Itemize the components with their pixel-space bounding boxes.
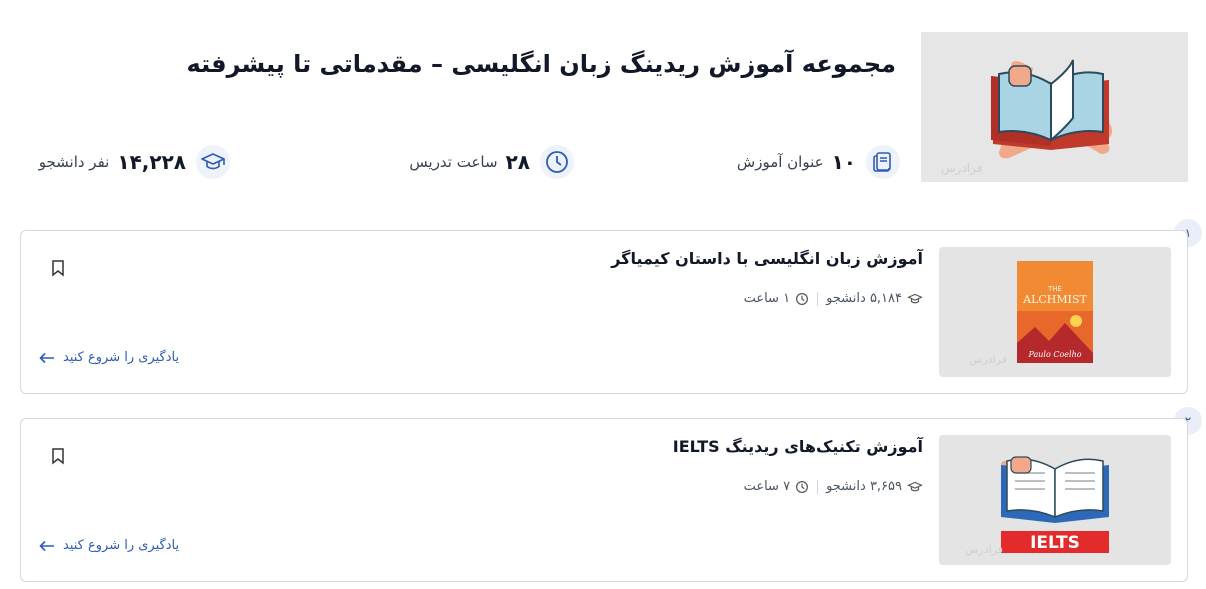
cover-text-title: ALCHMIST [1022,293,1087,306]
open-book-illustration: فرادرس [921,32,1188,182]
course-thumbnail[interactable]: THE ALCHMIST Paulo Coelho فرادرس [939,247,1171,377]
graduation-cap-icon [907,293,923,303]
watermark: فرادرس [969,353,1007,366]
students-value: ۱۴,۲۲۸ [117,150,186,174]
course-students: ۳,۶۵۹ دانشجو [826,479,923,494]
clock-icon [796,480,809,493]
cover-text-the: THE [1047,285,1062,293]
bookmark-icon[interactable] [49,447,67,465]
clock-icon [796,292,809,305]
course-count-label: عنوان آموزش [736,153,824,171]
cover-text-author: Paulo Coelho [1027,350,1081,359]
arrow-left-icon [39,540,54,551]
bookmark-icon[interactable] [49,259,67,277]
course-count-value: ۱۰ [831,150,856,174]
course-students-text: ۳,۶۵۹ دانشجو [826,479,902,494]
course-card[interactable]: IELTS فرادرس آموزش تکنیک‌های ریدینگ IELT… [20,418,1188,582]
course-duration: ۱ ساعت [744,291,810,306]
course-students: ۵,۱۸۴ دانشجو [826,291,923,306]
watermark: فرادرس [965,543,1003,556]
clock-icon [540,145,574,179]
course-title[interactable]: آموزش تکنیک‌های ریدینگ IELTS [673,437,923,456]
stat-course-count: ۱۰ عنوان آموزش [737,144,900,180]
arrow-left-icon [39,352,54,363]
meta-divider [817,291,819,306]
meta-divider [817,479,819,494]
students-label: نفر دانشجو [38,153,110,171]
course-duration: ۷ ساعت [744,479,810,494]
watermark: فرادرس [941,161,982,176]
alchemist-book-cover: THE ALCHMIST Paulo Coelho فرادرس [939,247,1171,377]
course-thumbnail[interactable]: IELTS فرادرس [939,435,1171,565]
course-duration-text: ۱ ساعت [743,291,791,306]
graduation-cap-icon [907,481,923,491]
collection-cover-image: فرادرس [921,32,1188,182]
hours-label: ساعت تدریس [409,153,498,171]
page-title: مجموعه آموزش ریدینگ زبان انگلیسی – مقدما… [186,50,896,78]
course-title[interactable]: آموزش زبان انگلیسی با داستان کیمیاگر [611,249,923,268]
start-learning-link[interactable]: یادگیری را شروع کنید [39,350,179,365]
graduation-cap-icon [196,145,230,179]
start-learning-link[interactable]: یادگیری را شروع کنید [39,538,179,553]
course-duration-text: ۷ ساعت [743,479,791,494]
start-learning-label: یادگیری را شروع کنید [63,350,180,365]
course-card[interactable]: THE ALCHMIST Paulo Coelho فرادرس آموزش ز… [20,230,1188,394]
stat-students: ۱۴,۲۲۸ نفر دانشجو [39,144,230,180]
books-icon [866,145,900,179]
course-meta: ۳,۶۵۹ دانشجو ۷ ساعت [744,479,923,494]
start-learning-label: یادگیری را شروع کنید [63,538,180,553]
stat-hours: ۲۸ ساعت تدریس [409,144,574,180]
course-students-text: ۵,۱۸۴ دانشجو [826,291,902,306]
ielts-badge-text: IELTS [1030,533,1080,553]
ielts-book-illustration: IELTS فرادرس [939,435,1171,565]
course-meta: ۵,۱۸۴ دانشجو ۱ ساعت [744,291,923,306]
hours-value: ۲۸ [505,150,530,174]
